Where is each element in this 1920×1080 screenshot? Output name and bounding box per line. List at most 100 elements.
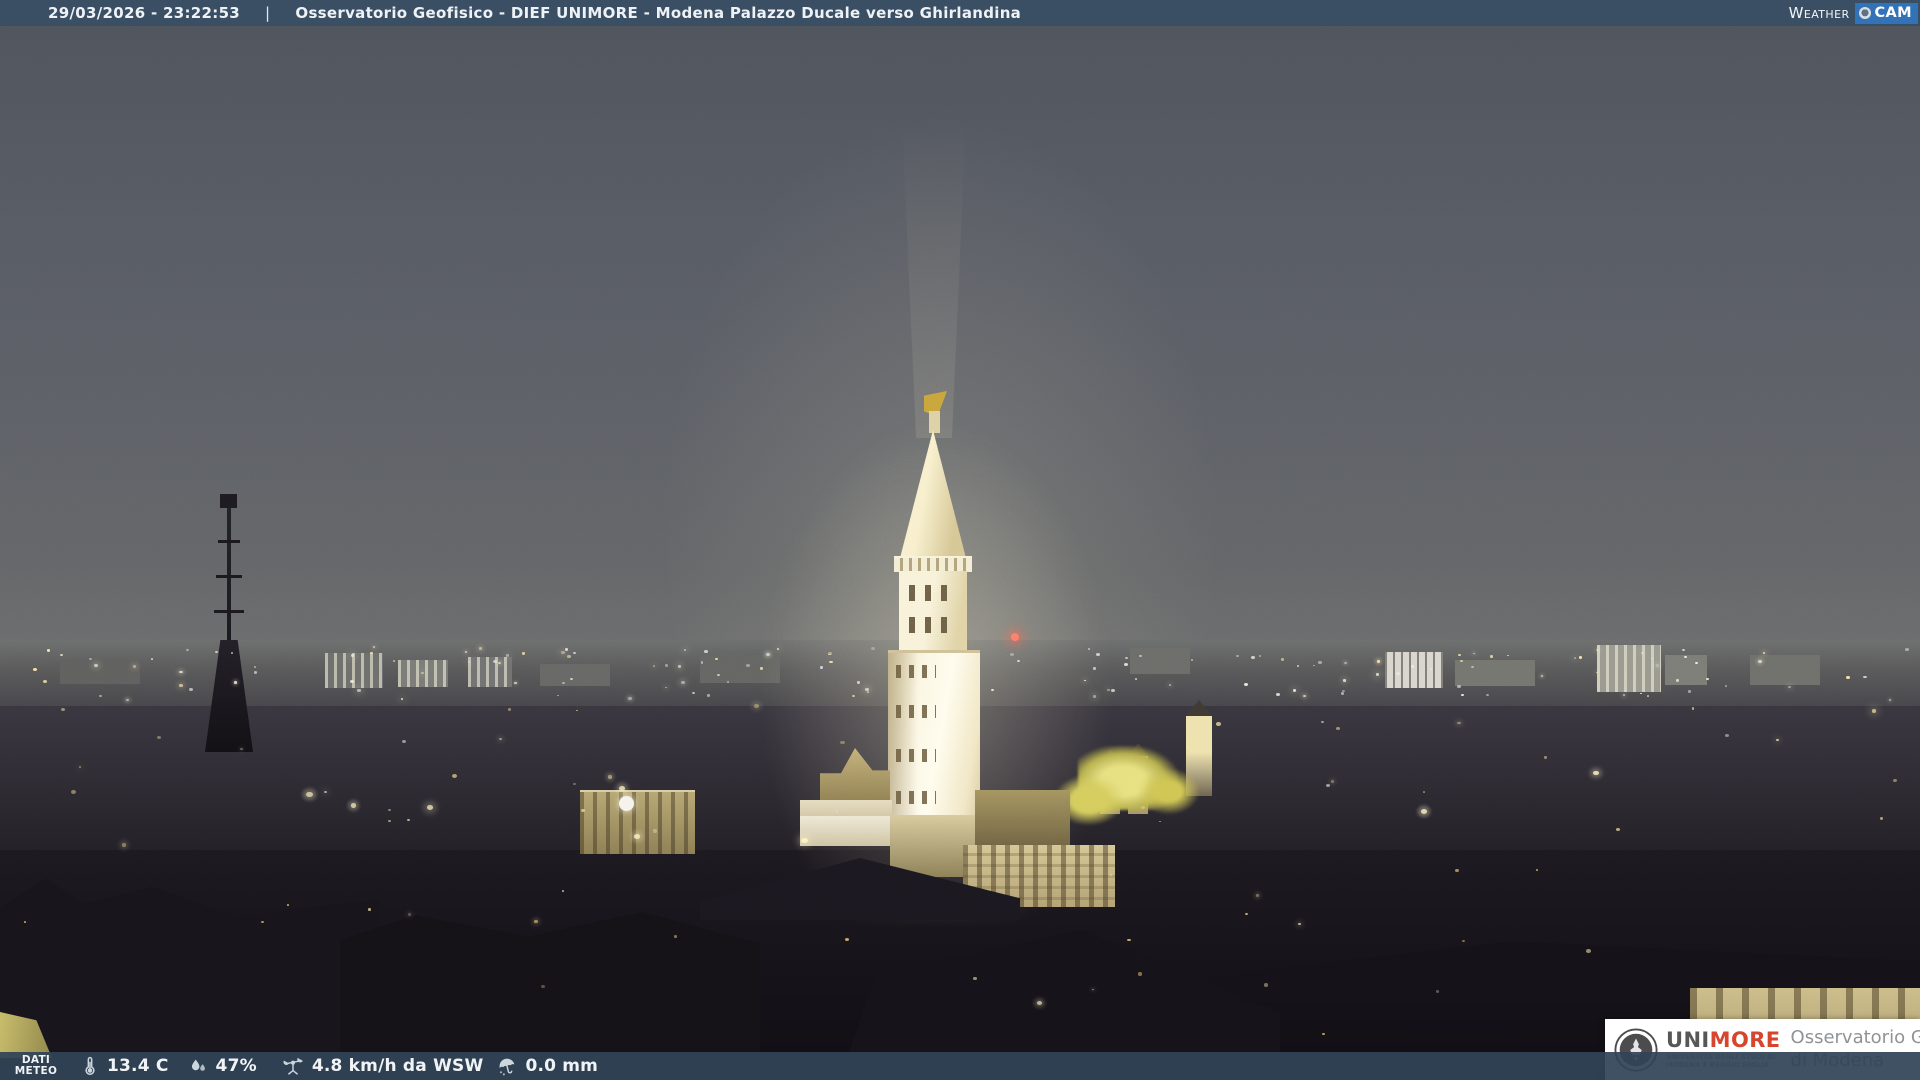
city-light (1293, 689, 1297, 692)
city-light (1343, 679, 1346, 682)
rain-value: 0.0 mm (525, 1056, 599, 1076)
city-light (700, 661, 704, 664)
antenna-crossbar (216, 575, 242, 578)
thermometer-icon (85, 1056, 95, 1075)
city-light (628, 696, 632, 700)
city-light (93, 663, 98, 667)
temperature-value: 13.4 C (107, 1056, 169, 1076)
shaft-windows (896, 665, 936, 678)
city-light (420, 671, 424, 675)
city-light (1489, 655, 1493, 658)
city-light (1395, 671, 1400, 675)
city-light (1429, 667, 1433, 670)
city-light (230, 651, 234, 654)
city-light (392, 660, 395, 662)
header-bar: 29/03/2026 - 23:22:53 | Osservatorio Geo… (0, 0, 1920, 26)
city-light (1656, 664, 1660, 667)
city-light (132, 664, 137, 668)
city-light (1691, 707, 1695, 710)
city-light (1298, 922, 1301, 925)
city-light (569, 677, 573, 681)
weathercam-badge: CAM (1854, 2, 1918, 24)
city-light (60, 653, 63, 656)
distant-building (60, 660, 140, 684)
city-light (1724, 685, 1727, 688)
rain-reading: 0.0 mm (496, 1055, 598, 1077)
meteo-bar: DATI METEO 13.4 C 47% 4.8 km/h da WSW 0.… (0, 1052, 1920, 1080)
distant-building (325, 653, 383, 688)
anemometer-icon (283, 1057, 303, 1075)
city-light (692, 691, 695, 694)
city-light (572, 651, 576, 654)
antenna-crossbar (218, 540, 240, 543)
city-light (357, 689, 361, 692)
city-light (1185, 750, 1189, 753)
unimore-brand: UNIMORE (1666, 1029, 1781, 1051)
wind-value: 4.8 km/h da WSW (311, 1056, 484, 1076)
city-light (156, 735, 161, 739)
meteo-label-line2: METEO (14, 1065, 58, 1077)
shaft-windows (896, 749, 936, 762)
city-light (1889, 699, 1892, 701)
temperature-reading: 13.4 C (80, 1055, 169, 1077)
distant-building (540, 664, 610, 686)
distant-building (1130, 648, 1190, 674)
city-light (1596, 648, 1600, 651)
city-light (870, 646, 875, 651)
city-light (1675, 678, 1680, 682)
shaft-windows (896, 705, 936, 718)
clock-disc (619, 796, 634, 811)
ghirlandina-balustrade (894, 556, 972, 572)
city-light (1296, 664, 1300, 668)
city-light (1096, 652, 1100, 656)
city-light (1216, 721, 1221, 726)
city-light (1168, 683, 1172, 686)
belfry-arches (909, 617, 957, 633)
city-light (1695, 661, 1699, 664)
city-light (498, 737, 502, 741)
city-light (1255, 893, 1260, 897)
city-light (1845, 675, 1850, 680)
city-light (1776, 738, 1779, 741)
city-light (188, 687, 193, 692)
city-light (1880, 817, 1884, 820)
dim-facade (975, 790, 1070, 848)
humidity-reading: 47% (187, 1055, 257, 1077)
city-light (652, 829, 657, 833)
city-light (1461, 693, 1464, 697)
city-light (233, 681, 237, 684)
city-light (407, 913, 411, 916)
city-light (1137, 971, 1143, 976)
city-light (754, 704, 759, 708)
weathercam-logo: Weather CAM (1789, 0, 1918, 26)
city-light (1573, 656, 1576, 659)
city-light (1586, 949, 1591, 953)
umbrella-icon (499, 1058, 515, 1076)
city-light (561, 681, 566, 685)
camera-lens-icon (1858, 7, 1871, 19)
city-light (561, 651, 565, 654)
city-light (367, 908, 371, 911)
city-light (70, 789, 76, 794)
city-light (973, 976, 977, 980)
distant-building (1455, 660, 1535, 686)
city-light (1376, 660, 1381, 663)
org-line1: Osservatorio Geofisico (1790, 1027, 1920, 1048)
city-light (388, 820, 391, 823)
city-light (150, 657, 153, 660)
city-light (1235, 654, 1239, 658)
city-light (467, 661, 471, 663)
city-light (1318, 660, 1322, 664)
lit-facade (800, 816, 890, 846)
distant-building (1597, 645, 1661, 692)
city-light (1280, 658, 1285, 661)
ghirlandina-shaft (888, 650, 980, 821)
city-light (350, 802, 357, 808)
city-light (765, 652, 770, 656)
timestamp: 29/03/2026 - 23:22:53 (48, 4, 241, 22)
city-light (1083, 679, 1086, 682)
city-light (652, 664, 656, 667)
city-light (401, 740, 406, 744)
humidity-icon (191, 1059, 205, 1071)
floodlit-tree (1138, 768, 1200, 815)
